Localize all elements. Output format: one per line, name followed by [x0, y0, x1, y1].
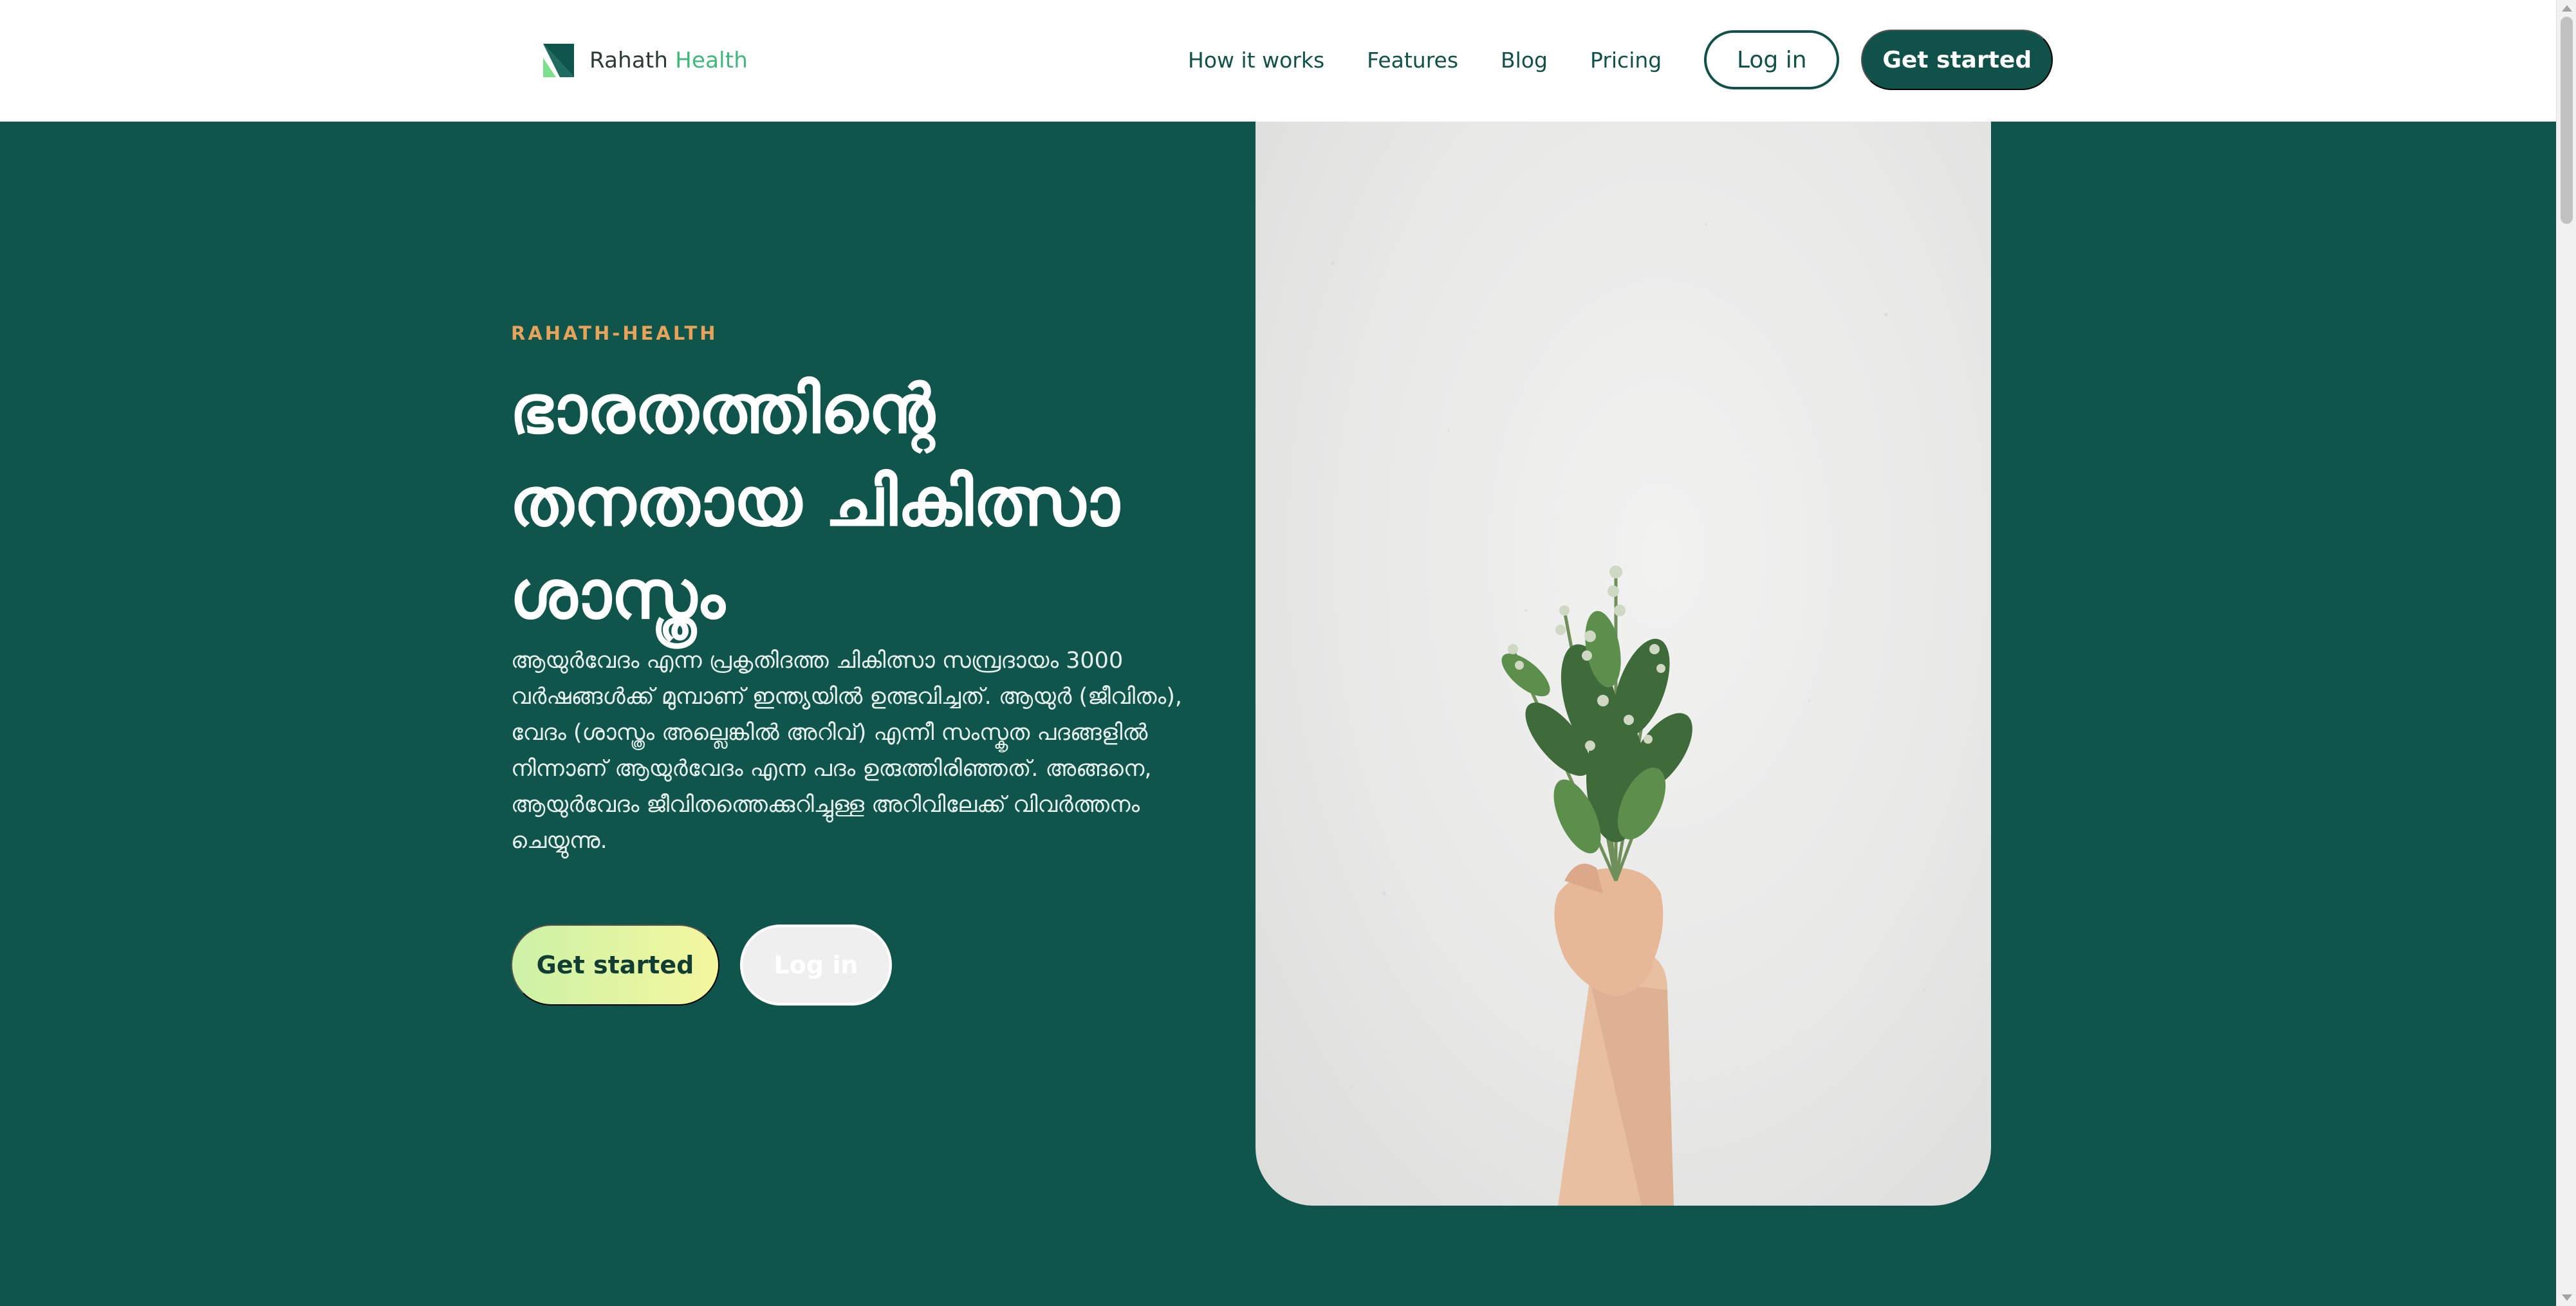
hero-actions: Get started Log in	[511, 924, 892, 1006]
header-login-button[interactable]: Log in	[1704, 30, 1840, 89]
site-header: Rahath Health How it works Features Blog…	[0, 0, 2556, 122]
hero-description: ആയുർവേദം എന്ന പ്രകൃതിദത്ത ചികിത്സാ സമ്പ്…	[511, 648, 1182, 854]
nav-link-features[interactable]: Features	[1367, 48, 1458, 73]
brand-name: Rahath Health	[589, 48, 748, 73]
page-scrollbar[interactable]	[2556, 0, 2576, 1306]
hero-headline: ഭാരതത്തിന്റെ തനതായ ചികിത്സാ ശാസ്ത്രം	[510, 369, 1120, 634]
hero-eyebrow: RAHATH-HEALTH	[511, 322, 718, 344]
scroll-up-arrow-icon[interactable]	[2562, 5, 2572, 12]
main-nav: How it works Features Blog Pricing Log i…	[1188, 30, 2053, 90]
scroll-down-arrow-icon[interactable]	[2562, 1294, 2572, 1301]
page: Rahath Health How it works Features Blog…	[0, 0, 2576, 1306]
brand-name-accent: Health	[675, 48, 748, 73]
scroll-thumb[interactable]	[2561, 17, 2573, 224]
hero-login-button[interactable]: Log in	[740, 924, 892, 1006]
hand-holding-herbs-image	[1331, 223, 1926, 1206]
leaf-logo-icon	[543, 44, 574, 77]
header-get-started-button[interactable]: Get started	[1861, 30, 2053, 90]
nav-link-blog[interactable]: Blog	[1501, 48, 1548, 73]
nav-link-how-it-works[interactable]: How it works	[1188, 48, 1324, 73]
hero-section: RAHATH-HEALTH ഭാരതത്തിന്റെ തനതായ ചികിത്സ…	[0, 122, 2556, 1306]
hero-image	[1256, 122, 1991, 1206]
brand-name-primary: Rahath	[589, 48, 669, 73]
nav-link-pricing[interactable]: Pricing	[1590, 48, 1662, 73]
hero-get-started-button[interactable]: Get started	[511, 924, 719, 1006]
brand-logo-link[interactable]: Rahath Health	[541, 44, 748, 77]
